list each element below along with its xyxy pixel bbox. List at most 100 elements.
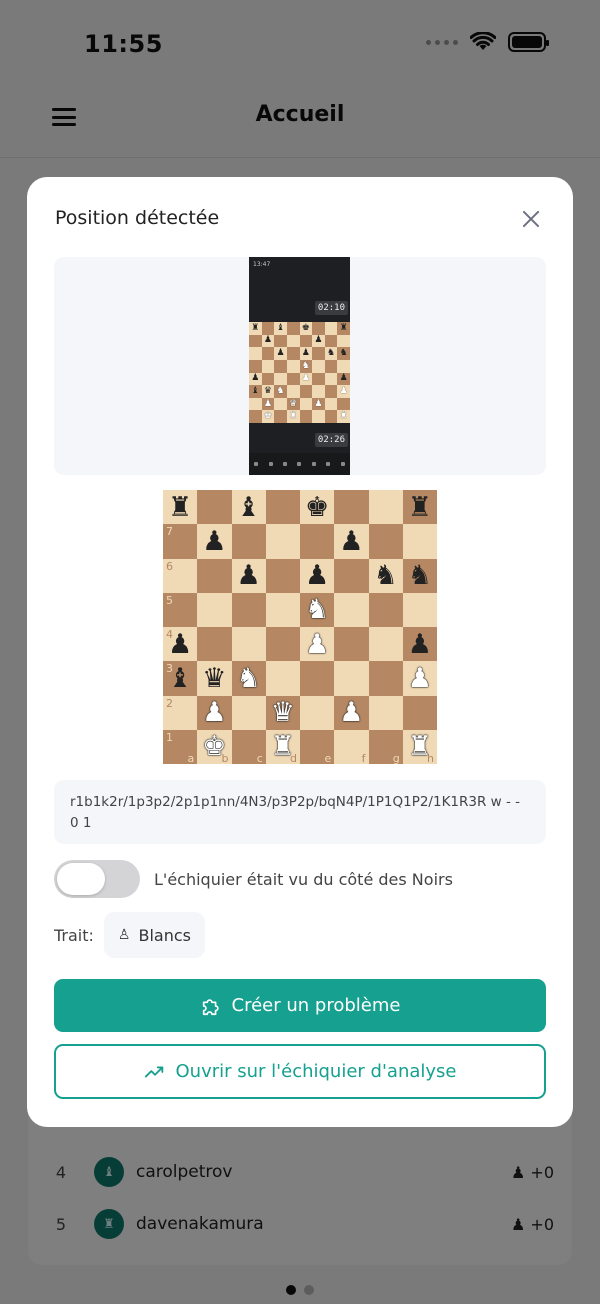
square-c5[interactable] xyxy=(231,592,266,627)
square-a5[interactable]: 5 xyxy=(163,592,198,627)
square-g2[interactable] xyxy=(368,695,403,730)
screenshot-square: ♜ xyxy=(249,322,262,335)
square-b3[interactable]: ♛ xyxy=(197,661,232,696)
close-icon[interactable] xyxy=(519,207,543,231)
square-b2[interactable]: ♟ xyxy=(197,695,232,730)
square-b6[interactable] xyxy=(197,558,232,593)
black-n-piece[interactable]: ♞ xyxy=(408,562,432,589)
square-d2[interactable]: ♛ xyxy=(265,695,300,730)
black-p-piece[interactable]: ♟ xyxy=(237,562,261,589)
square-a3[interactable]: ♝ 3 xyxy=(163,661,198,696)
square-e2[interactable] xyxy=(300,695,335,730)
screenshot-clock-top: 02:10 xyxy=(314,301,348,315)
chess-board[interactable]: ♜ ♝ ♚ ♜ 7 ♟ ♟ 6 ♟ ♟ ♞ ♞ 5 ♞ ♟ 4 ♟ ♟ ♝ 3 ♛ ♞ ♟ 2 ♟ ♛ ♟ 1 a ♚ b c ♜ d e f g ♜ h xyxy=(163,490,437,764)
square-h5[interactable] xyxy=(402,592,437,627)
square-a4[interactable]: ♟ 4 xyxy=(163,627,198,662)
square-f8[interactable] xyxy=(334,490,369,525)
fen-string[interactable]: r1b1k2r/1p3p2/2p1p1nn/4N3/p3P2p/bqN4P/1P… xyxy=(54,780,546,844)
square-f7[interactable]: ♟ xyxy=(334,524,369,559)
side-to-move-selector[interactable]: ♙ Blancs xyxy=(103,912,205,958)
square-a7[interactable]: 7 xyxy=(163,524,198,559)
square-b8[interactable] xyxy=(197,490,232,525)
square-a8[interactable]: ♜ xyxy=(163,490,198,525)
square-h4[interactable]: ♟ xyxy=(402,627,437,662)
square-e3[interactable] xyxy=(300,661,335,696)
square-b7[interactable]: ♟ xyxy=(197,524,232,559)
square-d5[interactable] xyxy=(265,592,300,627)
white-n-piece[interactable]: ♞ xyxy=(305,596,329,623)
square-b1[interactable]: ♚ b xyxy=(197,729,232,764)
square-a2[interactable]: 2 xyxy=(163,695,198,730)
square-c2[interactable] xyxy=(231,695,266,730)
square-h1[interactable]: ♜ h xyxy=(402,729,437,764)
square-g7[interactable] xyxy=(368,524,403,559)
screenshot-clock-bottom: 02:26 xyxy=(314,433,348,447)
square-d4[interactable] xyxy=(265,627,300,662)
puzzle-icon xyxy=(200,995,222,1017)
square-f6[interactable] xyxy=(334,558,369,593)
square-d1[interactable]: ♜ d xyxy=(265,729,300,764)
square-d3[interactable] xyxy=(265,661,300,696)
square-f3[interactable] xyxy=(334,661,369,696)
square-b5[interactable] xyxy=(197,592,232,627)
square-h3[interactable]: ♟ xyxy=(402,661,437,696)
square-d8[interactable] xyxy=(265,490,300,525)
square-c4[interactable] xyxy=(231,627,266,662)
side-to-move-row: Trait: ♙ Blancs xyxy=(54,912,205,958)
black-b-piece[interactable]: ♝ xyxy=(237,494,261,521)
square-c7[interactable] xyxy=(231,524,266,559)
white-q-piece[interactable]: ♛ xyxy=(271,699,295,726)
square-c6[interactable]: ♟ xyxy=(231,558,266,593)
square-g3[interactable] xyxy=(368,661,403,696)
square-g8[interactable] xyxy=(368,490,403,525)
black-p-piece[interactable]: ♟ xyxy=(305,562,329,589)
square-e6[interactable]: ♟ xyxy=(300,558,335,593)
screenshot-square xyxy=(286,322,300,335)
white-p-piece[interactable]: ♟ xyxy=(305,631,329,658)
white-p-piece[interactable]: ♟ xyxy=(202,699,226,726)
square-c8[interactable]: ♝ xyxy=(231,490,266,525)
square-f4[interactable] xyxy=(334,627,369,662)
square-h7[interactable] xyxy=(402,524,437,559)
open-analysis-button[interactable]: Ouvrir sur l'échiquier d'analyse xyxy=(54,1044,546,1099)
white-n-piece[interactable]: ♞ xyxy=(237,665,261,692)
white-p-piece[interactable]: ♟ xyxy=(339,699,363,726)
black-p-piece[interactable]: ♟ xyxy=(408,631,432,658)
square-e5[interactable]: ♞ xyxy=(300,592,335,627)
square-h8[interactable]: ♜ xyxy=(402,490,437,525)
square-h6[interactable]: ♞ xyxy=(402,558,437,593)
square-f2[interactable]: ♟ xyxy=(334,695,369,730)
black-p-piece[interactable]: ♟ xyxy=(202,528,226,555)
square-d7[interactable] xyxy=(265,524,300,559)
square-g6[interactable]: ♞ xyxy=(368,558,403,593)
screenshot-square xyxy=(249,359,262,373)
black-r-piece[interactable]: ♜ xyxy=(168,494,192,521)
black-p-piece[interactable]: ♟ xyxy=(339,528,363,555)
square-e1[interactable]: e xyxy=(300,729,335,764)
black-k-piece[interactable]: ♚ xyxy=(305,494,329,521)
create-problem-button[interactable]: Créer un problème xyxy=(54,979,546,1032)
square-h2[interactable] xyxy=(402,695,437,730)
square-a1[interactable]: 1a xyxy=(163,729,198,764)
square-f5[interactable] xyxy=(334,592,369,627)
square-b4[interactable] xyxy=(197,627,232,662)
flip-board-toggle[interactable] xyxy=(54,860,140,898)
black-q-piece[interactable]: ♛ xyxy=(202,665,226,692)
square-d6[interactable] xyxy=(265,558,300,593)
screenshot-square: ♚ xyxy=(299,322,313,335)
black-r-piece[interactable]: ♜ xyxy=(408,494,432,521)
screenshot-square xyxy=(299,410,313,423)
black-n-piece[interactable]: ♞ xyxy=(374,562,398,589)
white-p-piece[interactable]: ♟ xyxy=(408,665,432,692)
square-e4[interactable]: ♟ xyxy=(300,627,335,662)
square-e7[interactable] xyxy=(300,524,335,559)
square-e8[interactable]: ♚ xyxy=(300,490,335,525)
square-c3[interactable]: ♞ xyxy=(231,661,266,696)
square-g5[interactable] xyxy=(368,592,403,627)
square-g1[interactable]: g xyxy=(368,729,403,764)
square-f1[interactable]: f xyxy=(334,729,369,764)
screenshot-square xyxy=(299,397,313,411)
square-a6[interactable]: 6 xyxy=(163,558,198,593)
square-c1[interactable]: c xyxy=(231,729,266,764)
square-g4[interactable] xyxy=(368,627,403,662)
